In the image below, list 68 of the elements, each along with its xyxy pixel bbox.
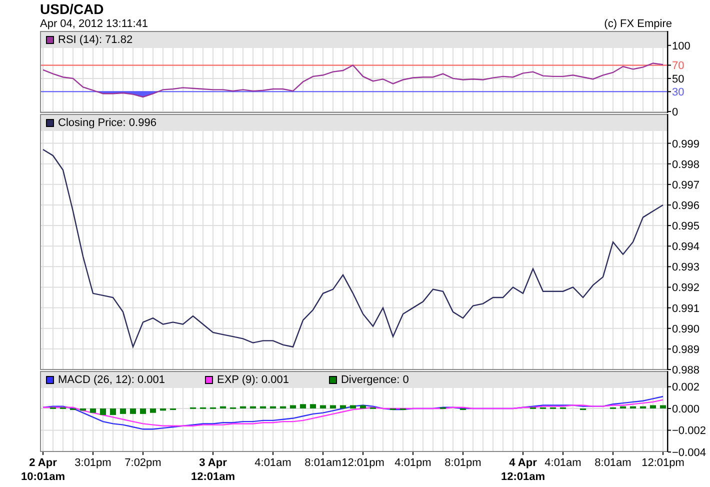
axis-tick-label: 4 Apr 12:01am bbox=[500, 457, 546, 483]
timestamp: Apr 04, 2012 13:11:41 bbox=[40, 18, 148, 31]
axis-tick-label: 0.993 bbox=[672, 262, 700, 274]
divergence-bar bbox=[140, 408, 146, 414]
axis-tick-label: 12:01pm bbox=[642, 457, 684, 469]
divergence-bar bbox=[90, 408, 96, 413]
axis-tick-label: 3:01pm bbox=[74, 457, 112, 469]
divergence-bar bbox=[350, 405, 356, 408]
axis-tick-label: 2 Apr 10:01am bbox=[20, 457, 66, 483]
axis-tick-label: 70 bbox=[672, 60, 684, 72]
axis-tick-label: 0.989 bbox=[672, 344, 700, 356]
legend-label: RSI (14): 71.82 bbox=[58, 34, 133, 46]
axis-tick-label: 12:01pm bbox=[342, 457, 384, 469]
axis-tick-label: 0.990 bbox=[672, 323, 700, 336]
divergence-bar bbox=[660, 405, 666, 408]
divergence-bar bbox=[150, 408, 156, 413]
axis-tick-label: 0.997 bbox=[672, 179, 700, 192]
divergence-bar bbox=[260, 406, 266, 408]
divergence-bar bbox=[630, 406, 636, 408]
axis-tick-label: 8:01pm bbox=[444, 457, 482, 469]
axis-tick-label: 0.000 bbox=[672, 403, 700, 416]
axis-tick-label: 4:01am bbox=[254, 457, 292, 469]
axis-tick-label: 0 bbox=[672, 106, 678, 118]
divergence-bar bbox=[280, 406, 286, 408]
divergence-bar bbox=[250, 406, 256, 408]
axis-tick-label: 0.002 bbox=[672, 382, 700, 394]
divergence-bar bbox=[340, 405, 346, 408]
axis-tick-label: 0.992 bbox=[672, 282, 700, 294]
axis-tick-label: 30 bbox=[672, 86, 684, 99]
divergence-bar bbox=[620, 406, 626, 408]
divergence-bar bbox=[270, 406, 276, 408]
legend-label: MACD (26, 12): 0.001 bbox=[58, 374, 165, 386]
divergence-bar bbox=[160, 408, 166, 411]
axis-tick-label: 0.991 bbox=[672, 302, 700, 315]
legend-label: EXP (9): 0.001 bbox=[217, 374, 289, 386]
divergence-bar bbox=[640, 406, 646, 408]
axis-tick-label: 8:01am bbox=[304, 457, 342, 469]
axis-tick-label: 7:02pm bbox=[124, 457, 162, 469]
axis-tick-label: −0.002 bbox=[672, 425, 706, 438]
divergence-bar bbox=[330, 405, 336, 408]
legend-label: Divergence: 0 bbox=[340, 374, 409, 386]
axis-tick-label: 4:01pm bbox=[394, 457, 432, 469]
axis-tick-label: 0.994 bbox=[672, 241, 700, 254]
axis-tick-label: 0.996 bbox=[672, 200, 700, 212]
axis-tick-label: 3 Apr 12:01am bbox=[190, 457, 236, 483]
divergence-bar bbox=[130, 408, 136, 414]
divergence-bar bbox=[120, 408, 126, 414]
axis-tick-label: 0.995 bbox=[672, 220, 700, 233]
axis-tick-label: −0.004 bbox=[672, 447, 706, 459]
divergence-bar bbox=[290, 405, 296, 408]
axis-tick-label: 0.988 bbox=[672, 364, 700, 376]
divergence-bar bbox=[360, 405, 366, 408]
copyright-text: (c) FX Empire bbox=[604, 18, 672, 31]
divergence-bar bbox=[650, 405, 656, 408]
legend-label: Closing Price: 0.996 bbox=[58, 116, 156, 130]
axis-tick-label: 8:01am bbox=[594, 457, 632, 469]
divergence-bar bbox=[240, 406, 246, 408]
divergence-bar bbox=[220, 406, 226, 408]
axis-tick-label: 0.999 bbox=[672, 138, 700, 150]
axis-tick-label: 4:01am bbox=[544, 457, 582, 469]
divergence-bar bbox=[300, 404, 306, 408]
chart-title: USD/CAD bbox=[40, 1, 104, 17]
divergence-bar bbox=[310, 404, 316, 408]
axis-tick-label: 0.998 bbox=[672, 158, 700, 171]
divergence-bar bbox=[80, 408, 86, 411]
divergence-bar bbox=[320, 405, 326, 408]
axis-tick-label: 100 bbox=[672, 40, 690, 52]
axis-tick-label: 50 bbox=[672, 73, 684, 86]
